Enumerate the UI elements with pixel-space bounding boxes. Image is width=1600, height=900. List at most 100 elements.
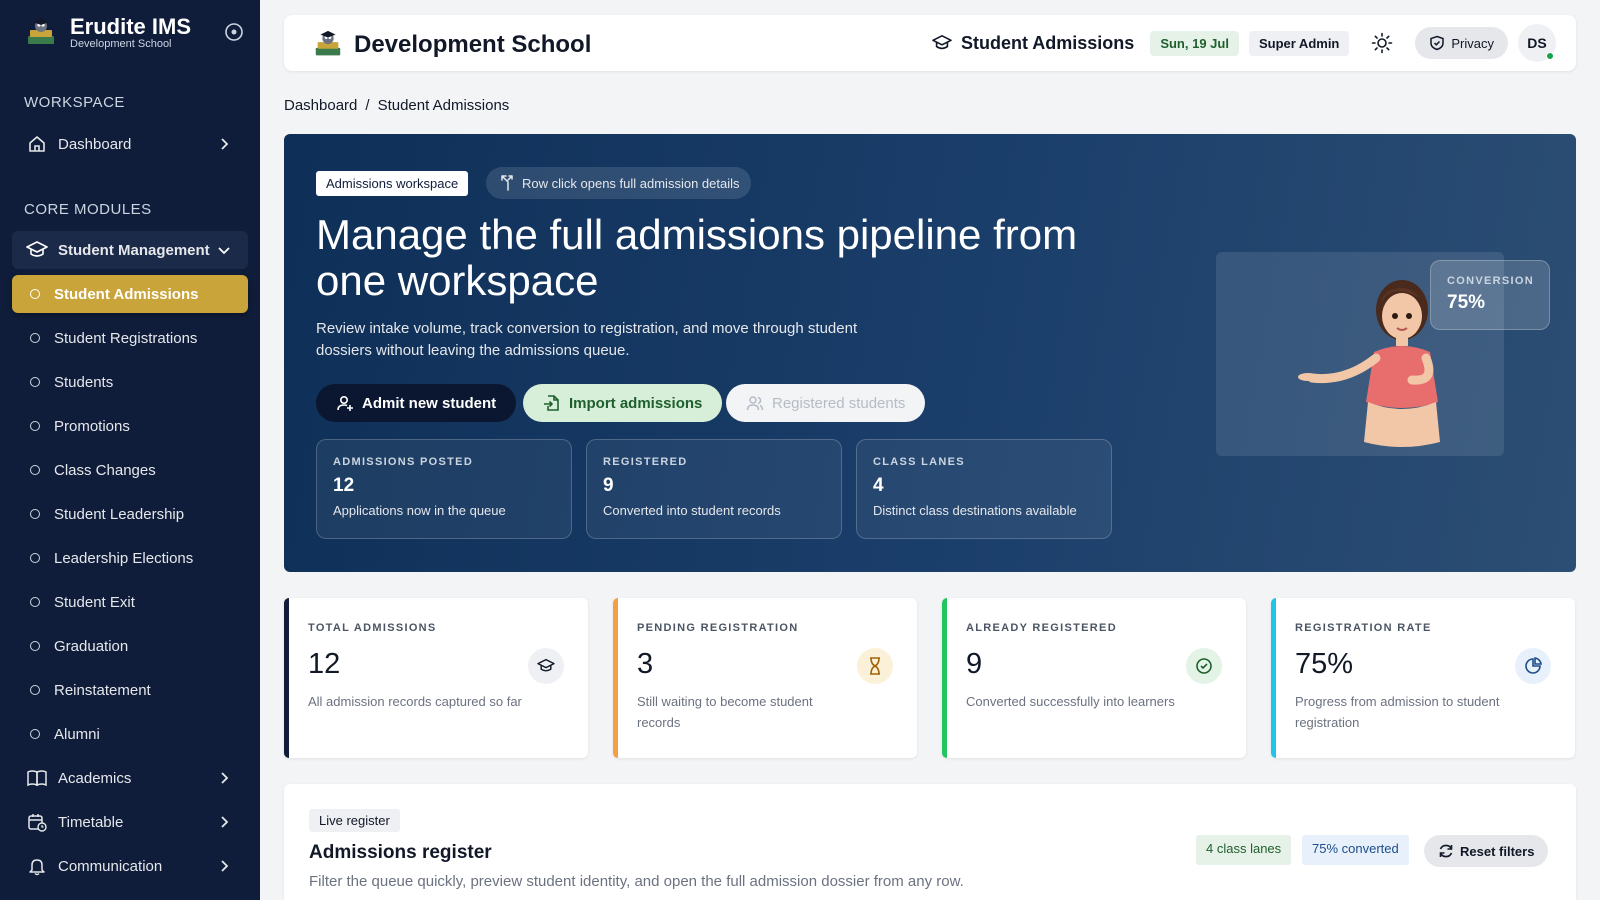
admit-new-student-button[interactable]: Admit new student [316, 384, 517, 422]
sidebar-item-timetable[interactable]: Timetable [12, 803, 248, 841]
sidebar-item-label: Communication [58, 857, 163, 875]
file-import-icon [544, 395, 559, 411]
sidebar-item-communication[interactable]: Communication [12, 847, 248, 885]
sidebar-item-label: Leadership Elections [54, 549, 194, 567]
sidebar-item-student-leadership[interactable]: Student Leadership [12, 495, 248, 533]
sidebar-item-students[interactable]: Students [12, 363, 248, 401]
avatar-initials: DS [1527, 35, 1547, 51]
bullet-icon [30, 377, 40, 387]
sidebar-item-student-admissions[interactable]: Student Admissions [12, 275, 248, 313]
kpi-value: 9 [966, 648, 983, 680]
bullet-icon [30, 729, 40, 739]
page-title-text: Student Admissions [960, 32, 1135, 53]
sidebar-item-label: Graduation [54, 637, 129, 655]
privacy-label: Privacy [1451, 35, 1494, 51]
breadcrumb-home[interactable]: Dashboard [284, 97, 357, 114]
hero-hint: Row click opens full admission details [486, 167, 752, 199]
brand-subtitle: Development School [70, 38, 172, 50]
reset-filters-button[interactable]: Reset filters [1424, 835, 1549, 867]
hero-tag: Admissions workspace [316, 171, 469, 196]
conversion-value: 75% [1447, 292, 1486, 313]
class-lanes-badge: 4 class lanes [1196, 835, 1292, 865]
stat-label: REGISTERED [603, 456, 688, 468]
stat-value: 12 [333, 475, 355, 496]
breadcrumb: Dashboard / Student Admissions [284, 97, 509, 114]
sidebar-item-label: Student Admissions [54, 285, 199, 303]
kpi-value: 3 [637, 648, 654, 680]
converted-badge: 75% converted [1302, 835, 1409, 865]
import-button-label: Import admissions [569, 394, 703, 412]
kpi-label: ALREADY REGISTERED [966, 622, 1117, 634]
sidebar-item-alumni[interactable]: Alumni [12, 715, 248, 753]
school-header: Development School [312, 29, 591, 61]
user-plus-icon [337, 395, 353, 411]
bullet-icon [30, 685, 40, 695]
privacy-button[interactable]: Privacy [1415, 27, 1508, 59]
bullet-icon [30, 333, 40, 343]
kpi-accent-bar [942, 598, 947, 758]
school-logo-icon [28, 18, 54, 44]
stat-label: ADMISSIONS POSTED [333, 456, 474, 468]
sidebar-item-label: Alumni [54, 725, 100, 743]
registered-students-button[interactable]: Registered students [726, 384, 926, 422]
brand[interactable]: Erudite IMS Development School [24, 16, 191, 50]
chevron-right-icon [221, 772, 229, 784]
stat-registered: REGISTERED 9 Converted into student reco… [586, 439, 842, 539]
bullet-icon [30, 421, 40, 431]
bullet-icon [30, 553, 40, 563]
sidebar-item-dashboard[interactable]: Dashboard [12, 125, 248, 163]
school-name: Development School [354, 31, 592, 58]
refresh-icon [1439, 844, 1453, 858]
chevron-right-icon [221, 860, 229, 872]
chevron-right-icon [221, 816, 229, 828]
hero-title: Manage the full admissions pipeline from… [316, 211, 1078, 304]
live-register-tag: Live register [309, 809, 400, 832]
hero-description: Review intake volume, track conversion t… [316, 320, 858, 359]
sun-icon[interactable] [1371, 32, 1393, 54]
sidebar-item-label: Promotions [54, 417, 130, 435]
topbar-right: Student Admissions Sun, 19 Jul Super Adm… [931, 24, 1556, 62]
conversion-card: CONVERSION 75% [1430, 260, 1550, 330]
kpi-accent-bar [1271, 598, 1276, 758]
pie-chart-icon [1515, 648, 1551, 684]
graduation-cap-icon [932, 34, 952, 50]
kpi-description: Converted successfully into learners [966, 694, 1175, 709]
kpi-description: Still waiting to become student records [637, 694, 813, 730]
core-modules-section-label: CORE MODULES [24, 201, 152, 218]
sidebar-item-reinstatement[interactable]: Reinstatement [12, 671, 248, 709]
admissions-register: Live register Admissions register Filter… [284, 784, 1576, 900]
users-icon [746, 396, 764, 411]
home-icon [26, 133, 48, 155]
sidebar-item-student-exit[interactable]: Student Exit [12, 583, 248, 621]
sidebar-group-label: Student Management [58, 241, 210, 259]
kpi-value: 12 [308, 648, 341, 680]
target-icon[interactable] [224, 22, 244, 42]
hero-hint-text: Row click opens full admission details [522, 175, 740, 191]
sidebar-item-graduation[interactable]: Graduation [12, 627, 248, 665]
stat-class-lanes: CLASS LANES 4 Distinct class destination… [856, 439, 1112, 539]
kpi-label: TOTAL ADMISSIONS [308, 622, 437, 634]
kpi-total-admissions: TOTAL ADMISSIONS 12 All admission record… [284, 598, 588, 758]
sidebar-item-promotions[interactable]: Promotions [12, 407, 248, 445]
sidebar-item-label: Reinstatement [54, 681, 151, 699]
sidebar-item-class-changes[interactable]: Class Changes [12, 451, 248, 489]
chevron-right-icon [221, 138, 229, 150]
online-status-dot [1546, 52, 1554, 60]
avatar[interactable]: DS [1518, 24, 1556, 62]
sidebar-item-academics[interactable]: Academics [12, 759, 248, 797]
import-admissions-button[interactable]: Import admissions [523, 384, 723, 422]
sidebar-item-student-registrations[interactable]: Student Registrations [12, 319, 248, 357]
kpi-value: 75% [1295, 648, 1354, 680]
page-title: Student Admissions [931, 33, 1134, 54]
admit-button-label: Admit new student [362, 394, 497, 412]
stat-description: Applications now in the queue [333, 503, 506, 518]
sidebar-item-label: Class Changes [54, 461, 156, 479]
registered-button-label: Registered students [772, 394, 906, 412]
breadcrumb-separator: / [365, 97, 370, 114]
sidebar-group-student-management[interactable]: Student Management [12, 231, 248, 269]
bullet-icon [30, 641, 40, 651]
sidebar-item-label: Dashboard [58, 135, 132, 153]
bullet-icon [30, 597, 40, 607]
sidebar-item-leadership-elections[interactable]: Leadership Elections [12, 539, 248, 577]
kpi-accent-bar [613, 598, 618, 758]
